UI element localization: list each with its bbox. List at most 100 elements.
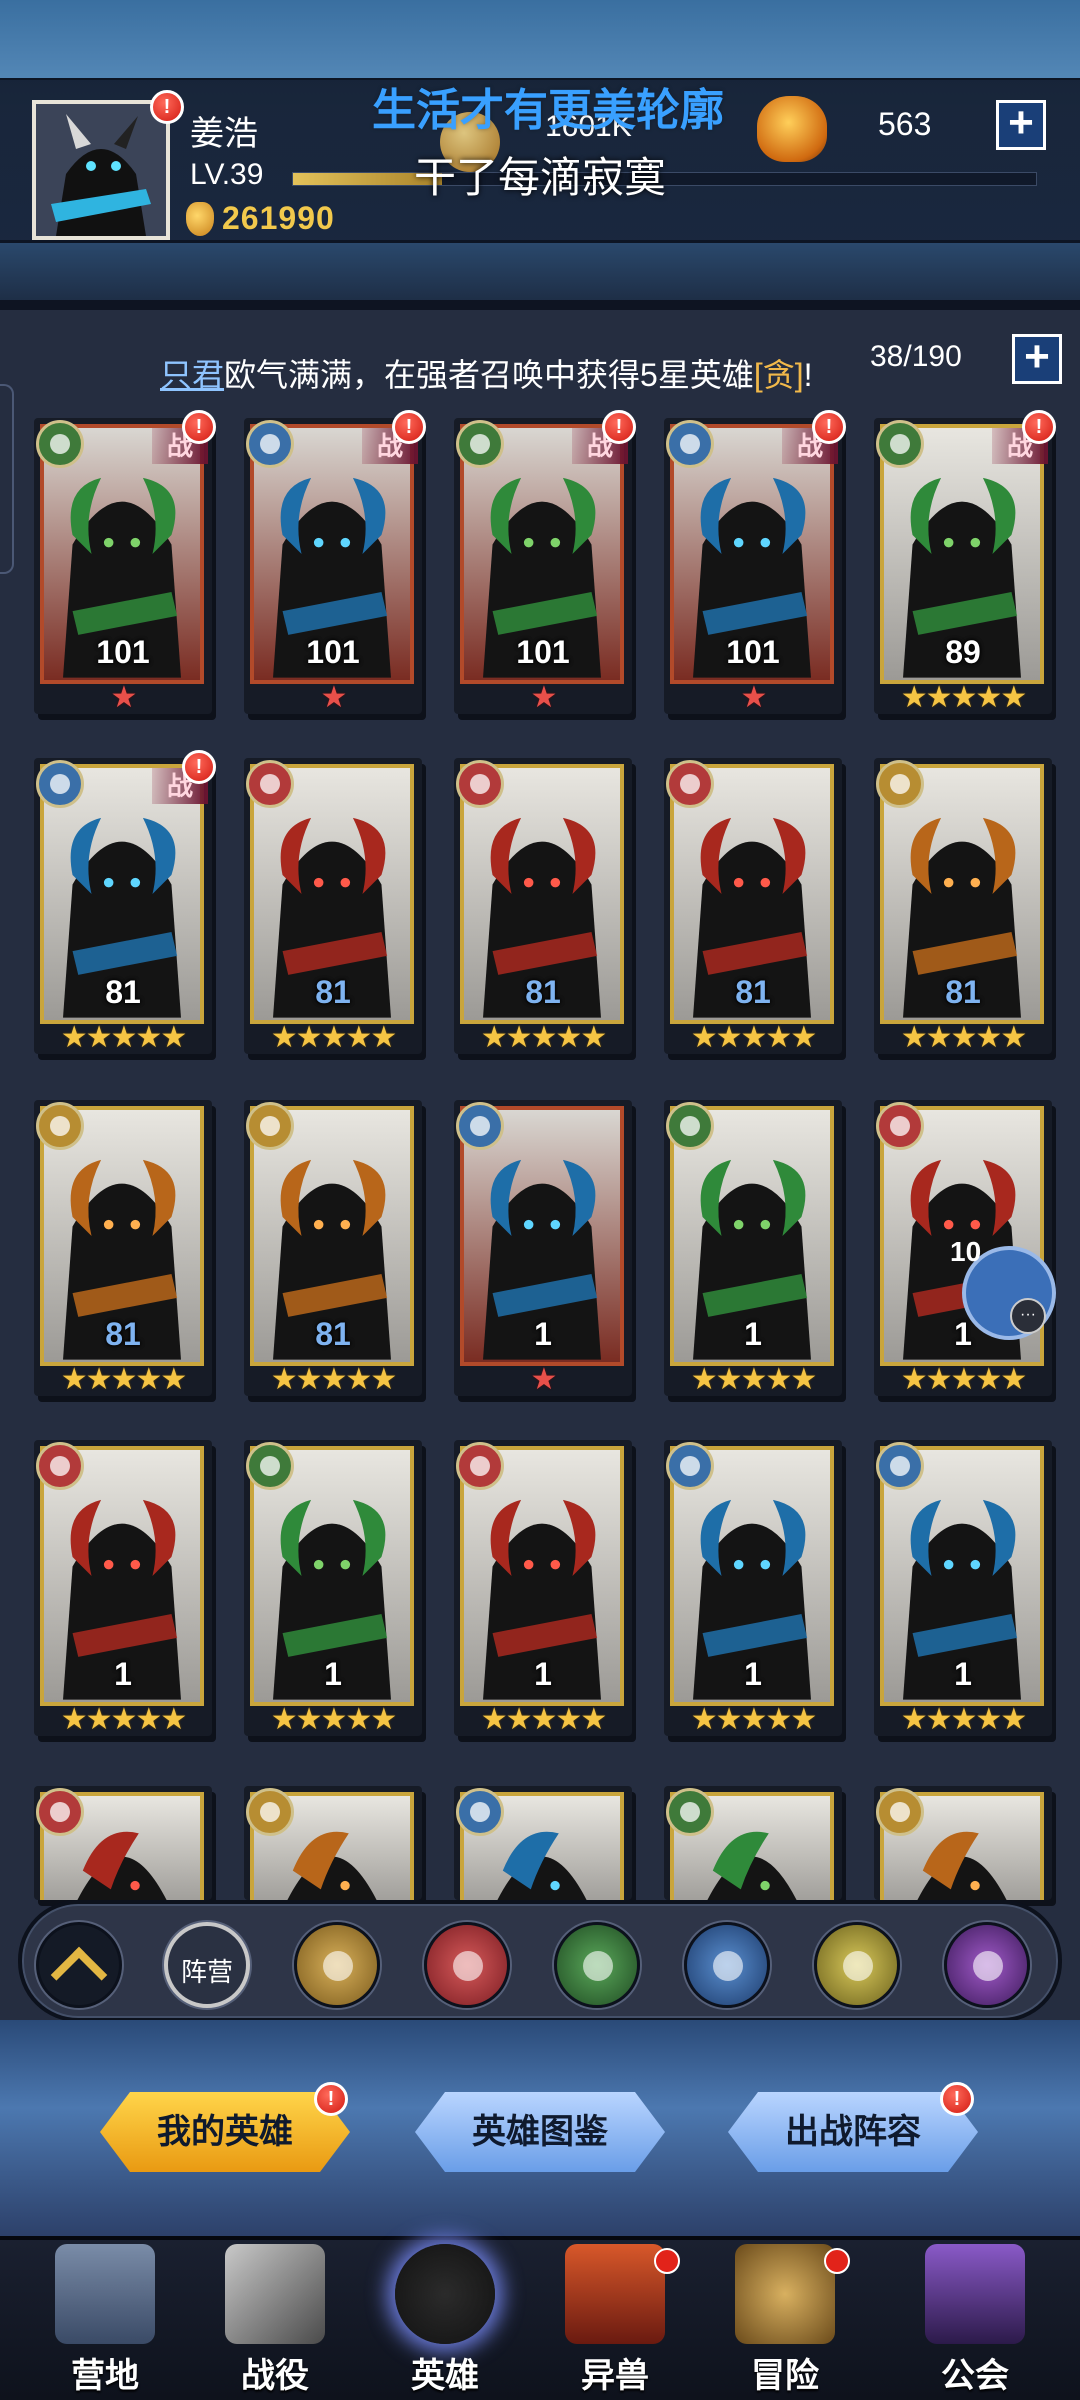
hero-star-rating: ★★★★★ bbox=[690, 1363, 817, 1396]
faction-filter-button[interactable]: 阵营 bbox=[164, 1922, 250, 2008]
hero-star-rating: ★★★★★ bbox=[690, 1021, 817, 1054]
hero-star-rating: ★ bbox=[110, 681, 138, 714]
filter-water-icon[interactable] bbox=[684, 1922, 770, 2008]
hero-card[interactable]: 81 ★★★★★ bbox=[664, 758, 842, 1054]
light-element-icon bbox=[246, 1102, 294, 1150]
hero-star-rating: ★★★★★ bbox=[60, 1021, 187, 1054]
nav-beast-dot bbox=[654, 2248, 680, 2274]
hero-level: 1 bbox=[744, 1656, 762, 1692]
player-name: 姜浩 bbox=[190, 115, 258, 153]
hero-alert-badge: ! bbox=[392, 410, 426, 444]
avatar-portrait bbox=[36, 104, 166, 236]
nav-guild[interactable]: 公会 bbox=[890, 2236, 1060, 2400]
hero-alert-badge: ! bbox=[182, 750, 216, 784]
resource-value: 563 bbox=[878, 106, 932, 142]
filter-dark-icon[interactable] bbox=[944, 1922, 1030, 2008]
hero-card[interactable]: 81 ★★★★★ bbox=[34, 1100, 212, 1396]
hero-card[interactable]: 1 ★★★★★ bbox=[244, 1440, 422, 1736]
hero-card[interactable]: 1 ★ bbox=[454, 1100, 632, 1396]
hero-card[interactable]: 战! 89 ★★★★★ bbox=[874, 410, 1056, 714]
hero-card-partial[interactable] bbox=[874, 1786, 1052, 1900]
collapse-filter-button[interactable] bbox=[36, 1922, 122, 2008]
hero-level: 101 bbox=[306, 634, 360, 670]
hero-card-partial[interactable] bbox=[34, 1786, 212, 1900]
expand-hero-slots-button[interactable]: + bbox=[1012, 334, 1062, 384]
chat-count: 10 bbox=[950, 1236, 982, 1267]
hero-level: 89 bbox=[945, 634, 981, 670]
hero-codex-tab[interactable]: 英雄图鉴 bbox=[415, 2092, 665, 2172]
nature-element-icon bbox=[456, 420, 504, 468]
hero-card[interactable]: 81 ★★★★★ bbox=[874, 758, 1052, 1054]
hero-star-rating: ★★★★★ bbox=[270, 1021, 397, 1054]
hero-level: 81 bbox=[105, 974, 141, 1010]
hero-card[interactable]: 1 ★★★★★ bbox=[664, 1100, 842, 1396]
nav-beast[interactable]: 异兽 bbox=[530, 2236, 700, 2400]
filter-fire-icon[interactable] bbox=[424, 1922, 510, 2008]
hero-count: 38/190 bbox=[870, 340, 962, 373]
element-filter-bar: 阵营 bbox=[18, 1900, 1062, 2022]
water-element-icon bbox=[876, 1442, 924, 1490]
adventure-icon bbox=[735, 2244, 835, 2344]
add-resource-button[interactable]: + bbox=[996, 100, 1046, 150]
lyric-line-1: 生活才有更美轮廓 bbox=[372, 86, 724, 135]
hero-card-partial[interactable] bbox=[244, 1786, 422, 1900]
player-avatar[interactable] bbox=[32, 100, 170, 240]
filter-holy-icon[interactable] bbox=[814, 1922, 900, 2008]
nav-camp-label: 营地 bbox=[71, 2357, 139, 2395]
hero-card[interactable]: 1 ★★★★★ bbox=[454, 1440, 632, 1736]
hero-card[interactable]: 81 ★★★★★ bbox=[244, 1100, 422, 1396]
hero-level: 1 bbox=[744, 1316, 762, 1352]
nav-guild-label: 公会 bbox=[941, 2357, 1009, 2395]
light-element-icon bbox=[876, 760, 924, 808]
camp-icon bbox=[55, 2244, 155, 2344]
filter-light-icon[interactable] bbox=[294, 1922, 380, 2008]
hero-card[interactable]: 1 ★★★★★ bbox=[34, 1440, 212, 1736]
light-element-icon bbox=[246, 1788, 294, 1836]
nav-battle[interactable]: 战役 bbox=[190, 2236, 360, 2400]
battle-lineup-alert-badge: ! bbox=[940, 2082, 974, 2116]
hero-card[interactable]: 战! 101 ★ bbox=[454, 410, 636, 714]
water-element-icon bbox=[666, 420, 714, 468]
nature-element-icon bbox=[36, 420, 84, 468]
hero-star-rating: ★★★★★ bbox=[60, 1703, 187, 1736]
side-drawer-tab[interactable] bbox=[0, 384, 14, 574]
water-element-icon bbox=[456, 1102, 504, 1150]
faction-filter-label: 阵营 bbox=[180, 1957, 233, 1987]
nav-adventure[interactable]: 冒险 bbox=[700, 2236, 870, 2400]
my-heroes-tab[interactable]: 我的英雄 bbox=[100, 2092, 350, 2172]
lyric-line-2: 干了每滴寂寞 bbox=[414, 154, 667, 201]
hero-star-rating: ★★★★★ bbox=[900, 1363, 1027, 1396]
chat-more-icon[interactable]: ··· bbox=[1010, 1298, 1046, 1334]
hero-card-partial[interactable] bbox=[454, 1786, 632, 1900]
ticker-player-name[interactable]: 只君 bbox=[160, 357, 224, 393]
hero-card[interactable]: 战! 101 ★ bbox=[244, 410, 426, 714]
hero-level: 81 bbox=[105, 1316, 141, 1352]
hero-card[interactable]: 81 ★★★★★ bbox=[244, 758, 422, 1054]
hero-level: 1 bbox=[324, 1656, 342, 1692]
nature-element-icon bbox=[666, 1102, 714, 1150]
hero-card[interactable]: 1 ★★★★★ bbox=[664, 1440, 842, 1736]
hero-card-partial[interactable] bbox=[664, 1786, 842, 1900]
nav-hero[interactable]: 英雄 bbox=[360, 2236, 530, 2400]
resource-icon bbox=[757, 96, 827, 162]
hero-level: 81 bbox=[525, 974, 561, 1010]
nature-element-icon bbox=[246, 1442, 294, 1490]
avatar-alert-badge: ! bbox=[150, 90, 184, 124]
water-element-icon bbox=[666, 1442, 714, 1490]
hero-level: 101 bbox=[726, 634, 780, 670]
filter-nature-icon[interactable] bbox=[554, 1922, 640, 2008]
hero-card[interactable]: 81 ★★★★★ bbox=[454, 758, 632, 1054]
hero-card[interactable]: 战! 81 ★★★★★ bbox=[34, 750, 216, 1054]
hero-level: 1 bbox=[534, 1316, 552, 1352]
nav-beast-label: 异兽 bbox=[581, 2357, 649, 2395]
nav-camp[interactable]: 营地 bbox=[20, 2236, 190, 2400]
water-element-icon bbox=[36, 760, 84, 808]
hero-card[interactable]: 战! 101 ★ bbox=[664, 410, 846, 714]
hero-card[interactable]: 1 ★★★★★ bbox=[874, 1440, 1052, 1736]
hero-star-rating: ★★★★★ bbox=[270, 1703, 397, 1736]
fire-element-icon bbox=[246, 760, 294, 808]
hero-level: 81 bbox=[945, 974, 981, 1010]
hero-star-rating: ★ bbox=[320, 681, 348, 714]
ticker-hero-name[interactable]: [贪] bbox=[754, 357, 804, 393]
hero-card[interactable]: 战! 101 ★ bbox=[34, 410, 216, 714]
